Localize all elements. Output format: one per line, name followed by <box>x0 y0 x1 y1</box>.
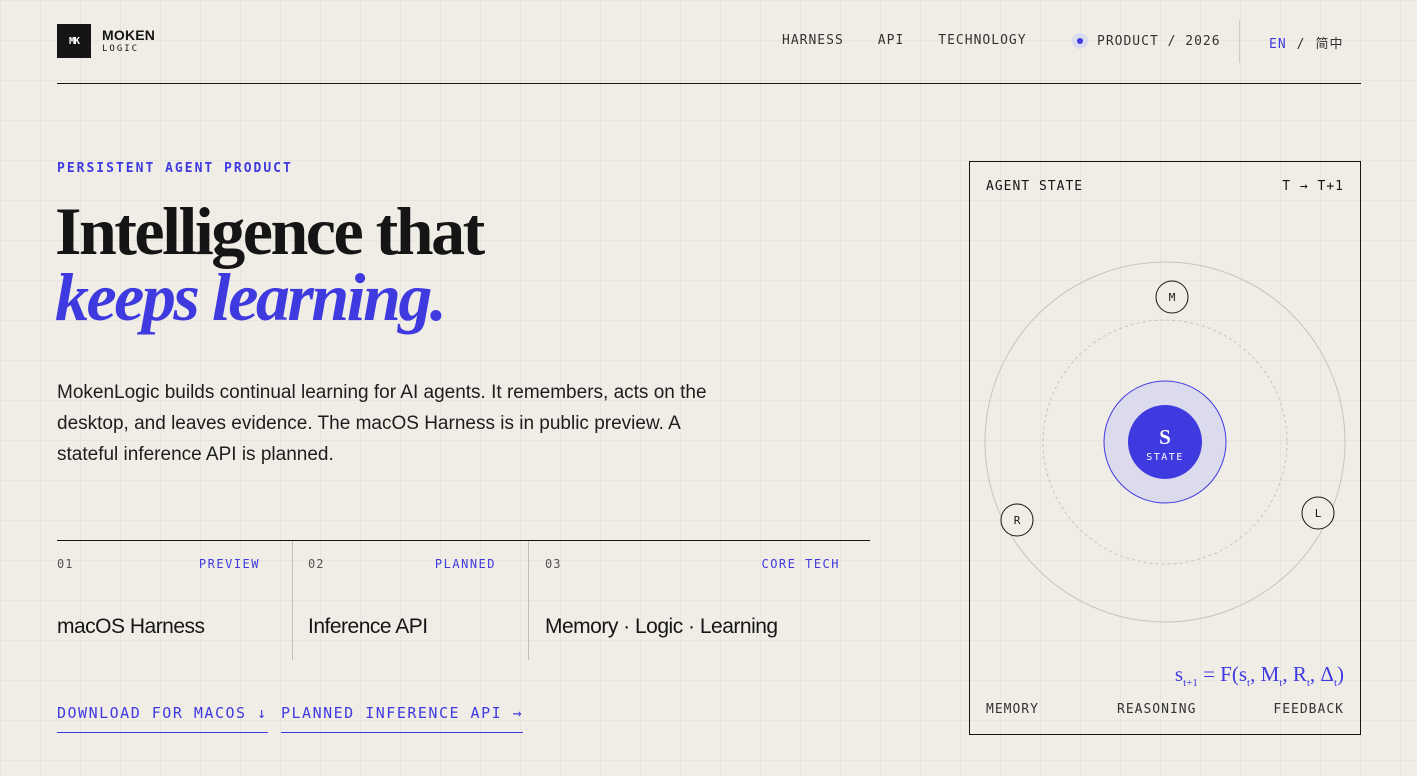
formula-term: s <box>1238 662 1248 686</box>
feature-card-harness[interactable]: 01 PREVIEW macOS Harness <box>57 541 292 660</box>
headline-line-1: Intelligence that <box>55 193 485 269</box>
footer-feedback: FEEDBACK <box>1273 702 1344 717</box>
hero-eyebrow: PERSISTENT AGENT PRODUCT <box>57 161 293 176</box>
feature-tag: CORE TECH <box>761 557 840 571</box>
feature-title: Inference API <box>308 615 428 638</box>
hero-lede: MokenLogic builds continual learning for… <box>57 382 707 465</box>
logo-wordmark: MOKEN LOGIC <box>102 28 155 54</box>
brand-sub: LOGIC <box>102 44 140 54</box>
nav-item-technology[interactable]: TECHNOLOGY <box>938 33 1026 48</box>
formula-sub: t+1 <box>1183 677 1198 690</box>
headline-line-2: keeps learning. <box>55 259 447 335</box>
footer-memory: MEMORY <box>986 702 1039 717</box>
feature-title: macOS Harness <box>57 615 205 638</box>
nav-item-api[interactable]: API <box>878 33 904 48</box>
reasoning-node-label: R <box>1014 514 1021 527</box>
agent-state-diagram: S STATE M R L <box>984 261 1346 623</box>
formula-term: ) <box>1337 662 1344 686</box>
lang-en[interactable]: EN <box>1269 37 1287 52</box>
memory-node-label: M <box>1169 291 1176 304</box>
site-header: MK MOKEN LOGIC HARNESS API TECHNOLOGY PR… <box>57 0 1361 84</box>
status-label: PRODUCT / 2026 <box>1097 33 1221 49</box>
lang-separator: / <box>1296 37 1306 52</box>
panel-time: T → T+1 <box>1282 179 1344 194</box>
panel-title: AGENT STATE <box>986 179 1084 194</box>
language-switcher: EN / 简中 <box>1269 33 1344 52</box>
formula-term: , R <box>1282 662 1307 686</box>
state-core-label: STATE <box>1146 452 1184 463</box>
formula-term: , M <box>1250 662 1280 686</box>
feature-number: 01 <box>57 557 74 571</box>
planned-api-link[interactable]: PLANNED INFERENCE API → <box>281 704 524 733</box>
nav-item-harness[interactable]: HARNESS <box>782 33 844 48</box>
lang-zh[interactable]: 简中 <box>1315 37 1343 52</box>
main-nav: HARNESS API TECHNOLOGY <box>782 33 1061 48</box>
agent-state-panel: S STATE M R L AGENT STATE T → T+1 st+1 =… <box>969 161 1361 735</box>
feature-tag: PLANNED <box>434 557 496 571</box>
formula-term: = F( <box>1197 662 1239 686</box>
download-macos-link[interactable]: DOWNLOAD FOR MACOS ↓ <box>57 704 268 733</box>
learning-node-label: L <box>1315 507 1322 520</box>
brand-name: MOKEN <box>102 27 156 43</box>
state-formula: st+1 = F(st, Mt, Rt, Δt) <box>1175 662 1344 689</box>
logo-mark: MK <box>57 24 91 58</box>
hero-headline: Intelligence that keeps learning. <box>55 197 485 335</box>
feature-tag: PREVIEW <box>198 557 260 571</box>
status-dot-icon <box>1072 33 1088 49</box>
feature-title: Memory · Logic · Learning <box>545 615 778 638</box>
formula-term: , Δ <box>1309 662 1334 686</box>
product-status: PRODUCT / 2026 <box>1072 33 1221 49</box>
feature-card-core-tech[interactable]: 03 CORE TECH Memory · Logic · Learning <box>528 541 870 660</box>
feature-number: 03 <box>545 557 562 571</box>
header-divider <box>1239 20 1240 63</box>
feature-card-api[interactable]: 02 PLANNED Inference API <box>292 541 528 660</box>
logo[interactable]: MK MOKEN LOGIC <box>57 24 155 58</box>
feature-number: 02 <box>308 557 325 571</box>
state-core-letter: S <box>1159 425 1171 449</box>
footer-reasoning: REASONING <box>1117 702 1197 717</box>
feature-grid: 01 PREVIEW macOS Harness 02 PLANNED Infe… <box>57 540 870 660</box>
formula-term: s <box>1174 662 1184 686</box>
